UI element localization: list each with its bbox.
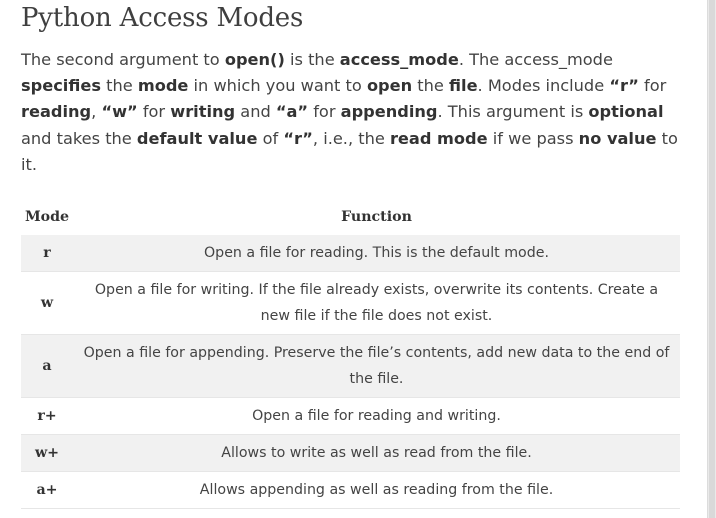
intro-text: is the bbox=[284, 50, 340, 69]
intro-text: The second argument to bbox=[21, 50, 225, 69]
mode-cell: a bbox=[21, 334, 73, 399]
page-title: Python Access Modes bbox=[21, 3, 304, 33]
mode-cell: w bbox=[21, 271, 73, 336]
intro-bold-term: file bbox=[449, 76, 478, 96]
access-modes-table: Mode Function r Open a file for reading.… bbox=[21, 199, 680, 510]
table-row: r+ Open a file for reading and writing. bbox=[21, 397, 680, 436]
table-row: w Open a file for writing. If the file a… bbox=[21, 271, 680, 336]
mode-cell: w+ bbox=[21, 434, 73, 473]
intro-text: . This argument is bbox=[437, 102, 589, 122]
intro-text: , bbox=[91, 102, 102, 122]
function-cell: Open a file for appending. Preserve the … bbox=[73, 334, 680, 399]
intro-text: . The access_mode bbox=[458, 50, 613, 69]
intro-bold-term: optional bbox=[588, 102, 664, 122]
mode-cell: a+ bbox=[21, 471, 73, 510]
intro-bold-term: open bbox=[366, 76, 413, 96]
intro-bold-term: open() bbox=[224, 50, 285, 69]
intro-text: and bbox=[235, 102, 276, 122]
function-column-header: Function bbox=[341, 209, 412, 226]
table-header-row: Mode Function bbox=[21, 199, 680, 235]
intro-bold-term: specifies bbox=[21, 76, 101, 96]
intro-text: the bbox=[100, 76, 138, 96]
function-cell: Allows to write as well as read from the… bbox=[73, 434, 680, 473]
intro-bold-term: “w” bbox=[101, 102, 138, 122]
mode-cell: r+ bbox=[21, 397, 73, 436]
intro-bold-term: “r” bbox=[283, 128, 313, 148]
intro-text: and takes the bbox=[21, 128, 137, 148]
intro-text: in which you want to bbox=[188, 76, 367, 96]
intro-bold-term: no value bbox=[578, 128, 657, 148]
table-row: w+ Allows to write as well as read from … bbox=[21, 434, 680, 473]
intro-bold-term: mode bbox=[137, 76, 189, 96]
intro-text: of bbox=[257, 128, 284, 148]
intro-text: . Modes include bbox=[477, 76, 610, 96]
intro-bold-term: default value bbox=[136, 128, 258, 148]
intro-text: for bbox=[638, 76, 667, 96]
intro-text: the bbox=[412, 76, 450, 96]
intro-text: for bbox=[137, 102, 171, 122]
intro-bold-term: “a” bbox=[275, 102, 309, 122]
intro-text: , i.e., the bbox=[312, 128, 390, 148]
intro-bold-term: read mode bbox=[389, 128, 488, 148]
table-row: r Open a file for reading. This is the d… bbox=[21, 235, 680, 273]
article-content: Python Access Modes The second argument … bbox=[21, 0, 683, 510]
function-cell: Allows appending as well as reading from… bbox=[73, 471, 680, 510]
scrollbar-thumb[interactable] bbox=[709, 0, 715, 518]
function-cell: Open a file for reading. This is the def… bbox=[73, 235, 680, 273]
page: Python Access Modes The second argument … bbox=[0, 0, 716, 518]
table-row: a Open a file for appending. Preserve th… bbox=[21, 334, 680, 399]
function-cell: Open a file for reading and writing. bbox=[73, 397, 680, 436]
mode-column-header: Mode bbox=[24, 209, 70, 226]
intro-bold-term: appending bbox=[340, 102, 438, 122]
intro-paragraph: The second argument to open() is the acc… bbox=[21, 47, 683, 178]
table-row: a+ Allows appending as well as reading f… bbox=[21, 471, 680, 510]
intro-bold-term: reading bbox=[21, 102, 92, 122]
mode-cell: r bbox=[21, 235, 73, 273]
intro-bold-term: “r” bbox=[609, 76, 639, 96]
intro-bold-term: access_mode bbox=[339, 50, 459, 69]
intro-text: if we pass bbox=[487, 128, 579, 148]
intro-text: for bbox=[308, 102, 341, 122]
vertical-scrollbar[interactable] bbox=[707, 0, 716, 518]
intro-bold-term: writing bbox=[170, 102, 236, 122]
function-cell: Open a file for writing. If the file alr… bbox=[73, 271, 680, 336]
